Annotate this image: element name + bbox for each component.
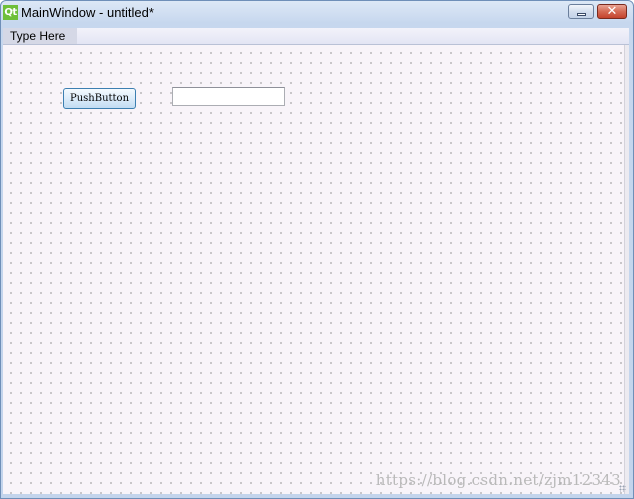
resize-grip-icon[interactable]: [619, 485, 626, 492]
qt-logo-icon: Qt: [3, 5, 18, 20]
watermark-text: https://blog.csdn.net/zjm12343: [375, 471, 621, 489]
menu-bar: Type Here: [3, 28, 629, 45]
canvas-right-edge: [624, 45, 629, 494]
window-title: MainWindow - untitled*: [21, 5, 154, 20]
menu-item-type-here[interactable]: Type Here: [3, 28, 77, 44]
minimize-button[interactable]: [568, 4, 594, 19]
form-canvas[interactable]: PushButton https://blog.csdn.net/zjm1234…: [3, 45, 629, 494]
line-edit-input[interactable]: [172, 87, 285, 106]
title-bar[interactable]: Qt MainWindow - untitled* ✕: [1, 1, 633, 24]
main-window: Qt MainWindow - untitled* ✕ Type Here Pu…: [0, 0, 634, 499]
close-icon: ✕: [606, 4, 618, 19]
push-button[interactable]: PushButton: [63, 88, 136, 109]
close-button[interactable]: ✕: [597, 4, 627, 19]
minimize-icon: [577, 13, 586, 16]
